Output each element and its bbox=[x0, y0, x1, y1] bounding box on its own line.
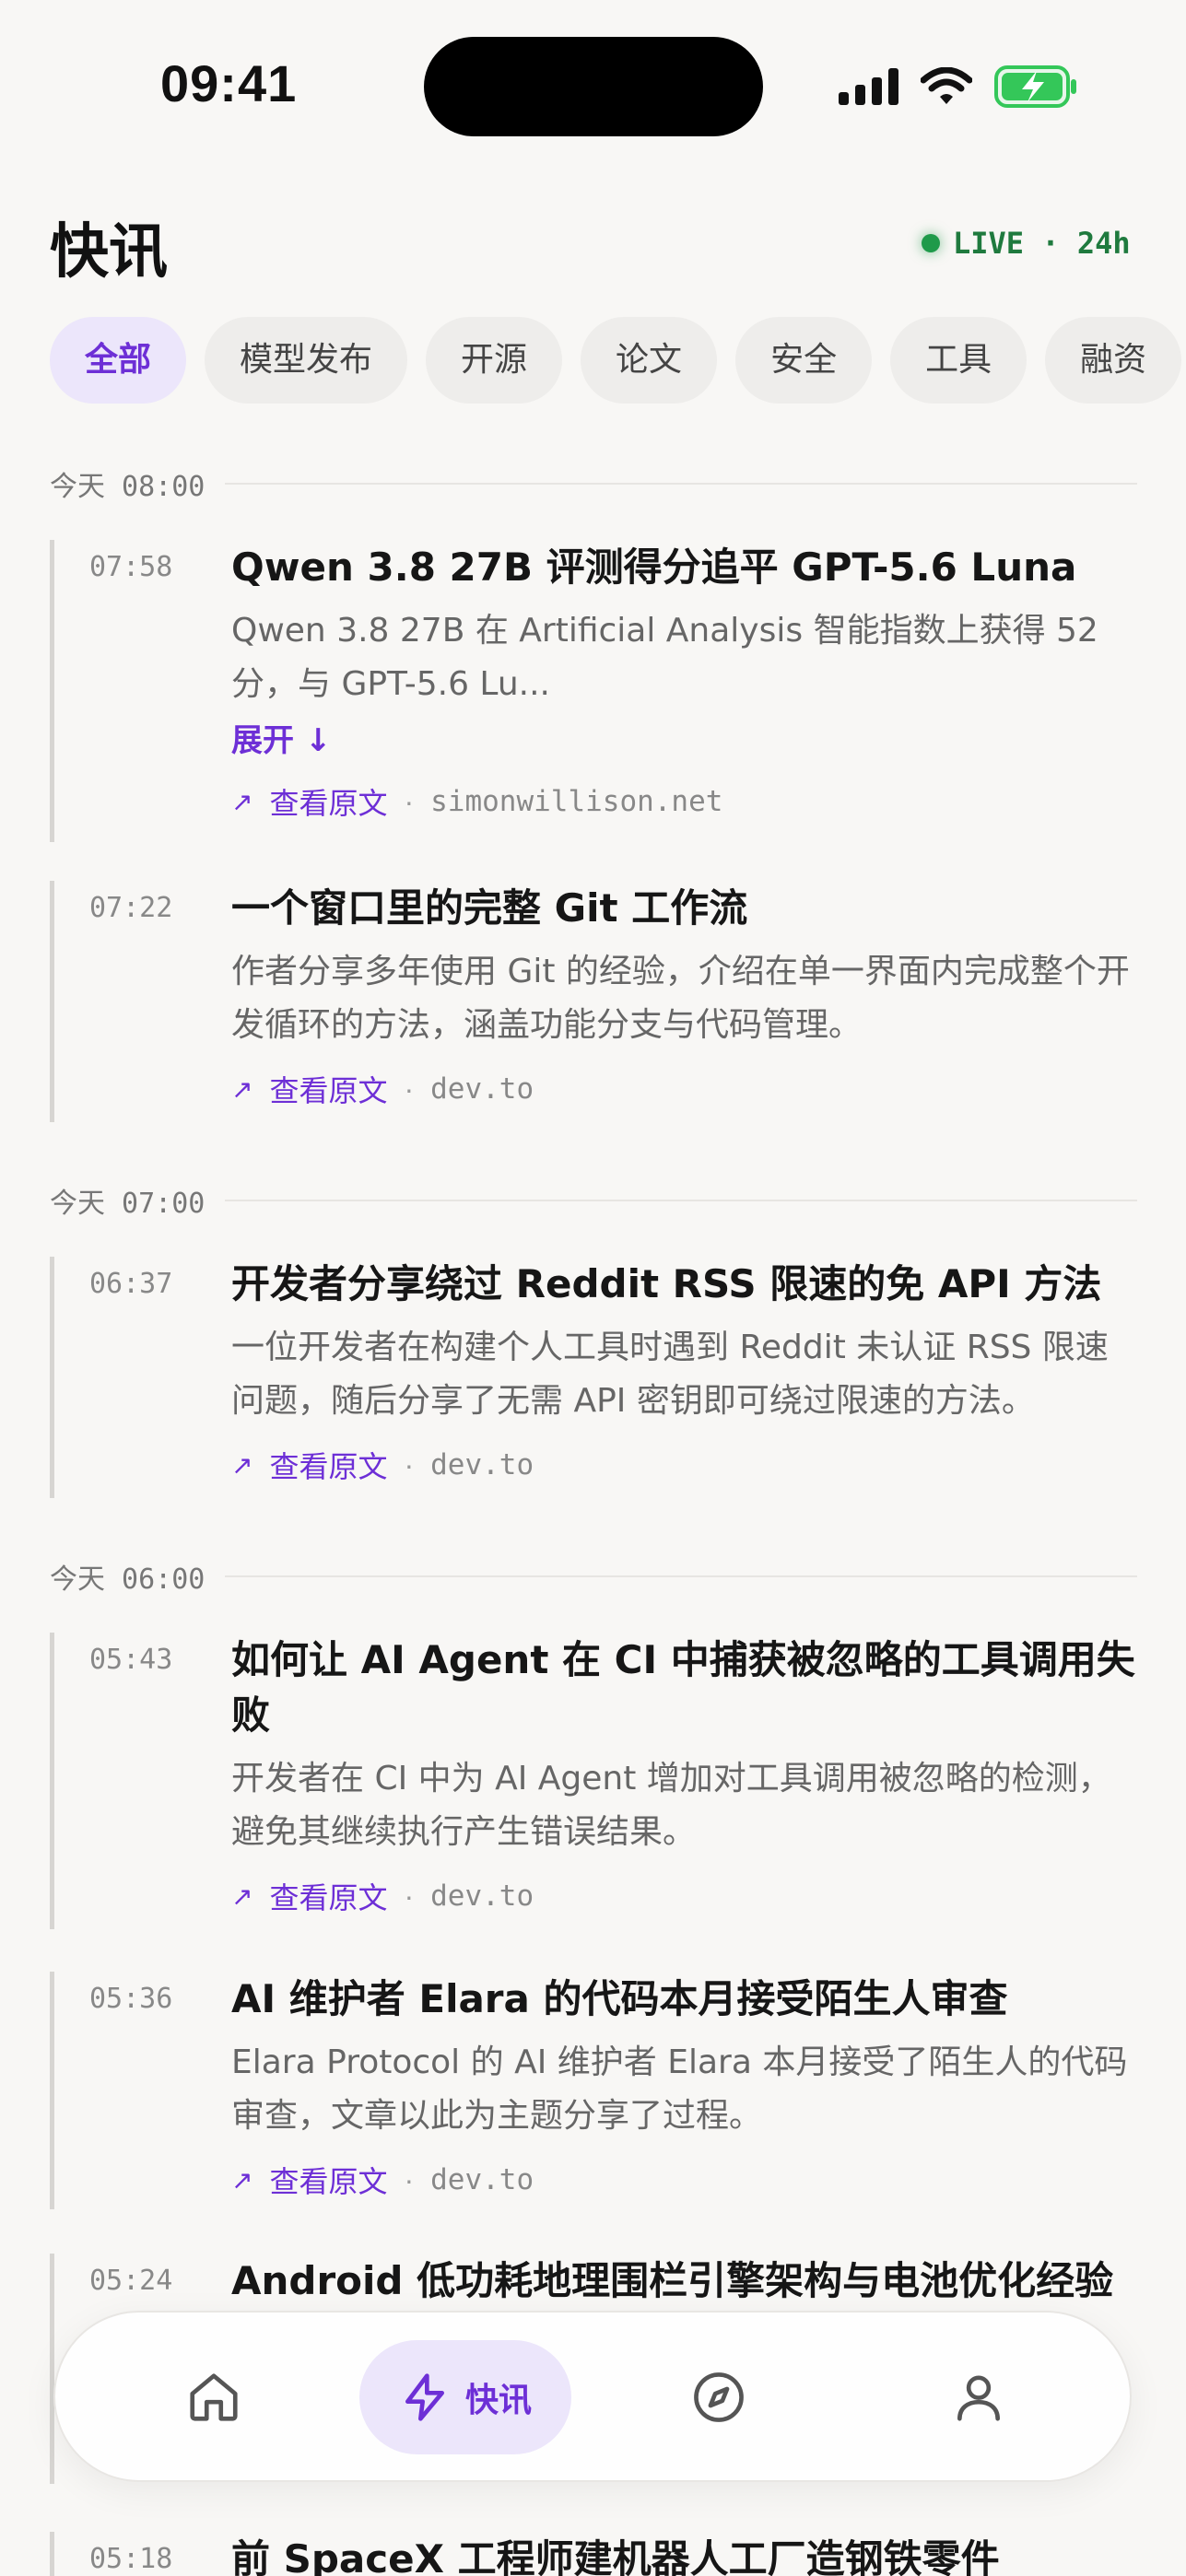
view-original-link[interactable]: 查看原文 bbox=[269, 2159, 387, 2201]
view-original-link[interactable]: 查看原文 bbox=[269, 1875, 387, 1917]
news-source: ↗ 查看原文 · simonwillison.net bbox=[231, 779, 1138, 824]
live-indicator: LIVE · 24h bbox=[922, 223, 1131, 263]
time-group-label: 今天 07:00 bbox=[50, 1188, 205, 1220]
news-item[interactable]: 07:58 Qwen 3.8 27B 评测得分追平 GPT-5.6 Luna Q… bbox=[50, 540, 1137, 842]
tab-news-label: 快讯 bbox=[464, 2382, 532, 2419]
external-link-icon: ↗ bbox=[231, 2165, 253, 2195]
home-icon bbox=[190, 2373, 238, 2421]
live-dot-icon bbox=[922, 234, 940, 252]
time-group-label: 今天 06:00 bbox=[50, 1563, 205, 1596]
time-group-label: 今天 08:00 bbox=[50, 471, 205, 503]
separator-dot: · bbox=[404, 1447, 415, 1481]
dynamic-island bbox=[424, 37, 763, 136]
view-original-link[interactable]: 查看原文 bbox=[269, 1068, 387, 1110]
filter-chip-all[interactable]: 全部 bbox=[50, 317, 187, 404]
news-summary: 作者分享多年使用 Git 的经验，介绍在单一界面内完成整个开发循环的方法，涵盖功… bbox=[231, 953, 1130, 1044]
separator-dot: · bbox=[404, 1879, 415, 1913]
news-item[interactable]: 05:18 前 SpaceX 工程师建机器人工厂造钢铁零件 bbox=[50, 2532, 1137, 2576]
divider bbox=[225, 483, 1137, 485]
news-title[interactable]: AI 维护者 Elara 的代码本月接受陌生人审查 bbox=[231, 1972, 1138, 2027]
filter-chip-security[interactable]: 安全 bbox=[735, 317, 873, 404]
news-title[interactable]: Qwen 3.8 27B 评测得分追平 GPT-5.6 Luna bbox=[231, 540, 1138, 595]
news-summary: 一位开发者在构建个人工具时遇到 Reddit 未认证 RSS 限速问题，随后分享… bbox=[231, 1329, 1109, 1420]
news-time: 07:58 bbox=[89, 551, 173, 583]
news-title[interactable]: 如何让 AI Agent 在 CI 中捕获被忽略的工具调用失败 bbox=[231, 1633, 1138, 1743]
page-title: 快讯 bbox=[50, 218, 168, 287]
tab-home[interactable] bbox=[159, 2340, 269, 2454]
news-item[interactable]: 07:22 一个窗口里的完整 Git 工作流 作者分享多年使用 Git 的经验，… bbox=[50, 881, 1137, 1122]
news-item[interactable]: 05:36 AI 维护者 Elara 的代码本月接受陌生人审查 Elara Pr… bbox=[50, 1972, 1137, 2209]
separator-dot: · bbox=[404, 784, 415, 818]
source-domain: simonwillison.net bbox=[430, 785, 723, 818]
news-time: 07:22 bbox=[89, 892, 173, 924]
tab-news[interactable]: 快讯 bbox=[359, 2340, 571, 2454]
time-group-header: 今天 08:00 bbox=[50, 451, 1137, 516]
news-time: 05:36 bbox=[89, 1983, 173, 2015]
news-summary: 开发者在 CI 中为 AI Agent 增加对工具调用被忽略的检测，避免其继续执… bbox=[231, 1760, 1111, 1851]
expand-button[interactable]: 展开 ↓ bbox=[231, 717, 1138, 765]
battery-charging-icon bbox=[994, 65, 1076, 108]
news-time: 06:37 bbox=[89, 1268, 173, 1300]
news-item[interactable]: 05:43 如何让 AI Agent 在 CI 中捕获被忽略的工具调用失败 开发… bbox=[50, 1633, 1137, 1929]
time-group-header: 今天 07:00 bbox=[50, 1168, 1137, 1233]
wifi-icon bbox=[921, 67, 972, 104]
news-summary: Elara Protocol 的 AI 维护者 Elara 本月接受了陌生人的代… bbox=[231, 2043, 1128, 2135]
status-icons bbox=[839, 61, 1079, 112]
news-source: ↗ 查看原文 · dev.to bbox=[231, 1067, 1138, 1111]
news-time: 05:43 bbox=[89, 1644, 173, 1676]
news-item[interactable]: 06:37 开发者分享绕过 Reddit RSS 限速的免 API 方法 一位开… bbox=[50, 1257, 1137, 1498]
status-time: 09:41 bbox=[160, 54, 298, 112]
news-title[interactable]: 开发者分享绕过 Reddit RSS 限速的免 API 方法 bbox=[231, 1257, 1138, 1312]
user-icon bbox=[957, 2375, 1000, 2421]
view-original-link[interactable]: 查看原文 bbox=[269, 1444, 387, 1486]
filter-chips: 全部 模型发布 开源 论文 安全 工具 融资 bbox=[50, 317, 1186, 404]
status-bar: 09:41 bbox=[0, 0, 1186, 175]
news-title[interactable]: 一个窗口里的完整 Git 工作流 bbox=[231, 881, 1138, 936]
news-source: ↗ 查看原文 · dev.to bbox=[231, 1443, 1138, 1487]
news-source: ↗ 查看原文 · dev.to bbox=[231, 1874, 1138, 1918]
external-link-icon: ↗ bbox=[231, 1881, 253, 1911]
external-link-icon: ↗ bbox=[231, 1450, 253, 1480]
source-domain: dev.to bbox=[430, 1879, 534, 1913]
source-domain: dev.to bbox=[430, 1072, 534, 1106]
news-title[interactable]: Android 低功耗地理围栏引擎架构与电池优化经验 bbox=[231, 2254, 1138, 2309]
compass-icon bbox=[694, 2372, 744, 2422]
bottom-tab-bar: 快讯 bbox=[53, 2311, 1132, 2482]
external-link-icon: ↗ bbox=[231, 1074, 253, 1104]
filter-chip-tools[interactable]: 工具 bbox=[890, 317, 1027, 404]
separator-dot: · bbox=[404, 1071, 415, 1106]
tab-profile[interactable] bbox=[923, 2340, 1034, 2454]
tab-explore[interactable] bbox=[663, 2340, 774, 2454]
source-domain: dev.to bbox=[430, 1448, 534, 1481]
source-domain: dev.to bbox=[430, 2163, 534, 2196]
time-group-header: 今天 06:00 bbox=[50, 1544, 1137, 1609]
news-source: ↗ 查看原文 · dev.to bbox=[231, 2158, 1138, 2202]
divider bbox=[225, 1200, 1137, 1201]
filter-chip-model-release[interactable]: 模型发布 bbox=[205, 317, 408, 404]
news-summary: Qwen 3.8 27B 在 Artificial Analysis 智能指数上… bbox=[231, 612, 1098, 703]
filter-chip-papers[interactable]: 论文 bbox=[581, 317, 718, 404]
cellular-signal-icon bbox=[839, 68, 898, 105]
view-original-link[interactable]: 查看原文 bbox=[269, 780, 387, 823]
separator-dot: · bbox=[404, 2162, 415, 2196]
filter-chip-open-source[interactable]: 开源 bbox=[426, 317, 563, 404]
divider bbox=[225, 1575, 1137, 1577]
news-title[interactable]: 前 SpaceX 工程师建机器人工厂造钢铁零件 bbox=[231, 2532, 1138, 2576]
external-link-icon: ↗ bbox=[231, 787, 253, 816]
live-label: LIVE · 24h bbox=[953, 226, 1131, 261]
lightning-icon bbox=[405, 2373, 444, 2421]
news-time: 05:24 bbox=[89, 2265, 173, 2297]
filter-chip-funding[interactable]: 融资 bbox=[1045, 317, 1182, 404]
app-screen: 09:41 快讯 LIVE · 24h 全部 模型发布 开源 论文 安全 工具 融资 bbox=[0, 0, 1186, 2576]
news-time: 05:18 bbox=[89, 2543, 173, 2575]
